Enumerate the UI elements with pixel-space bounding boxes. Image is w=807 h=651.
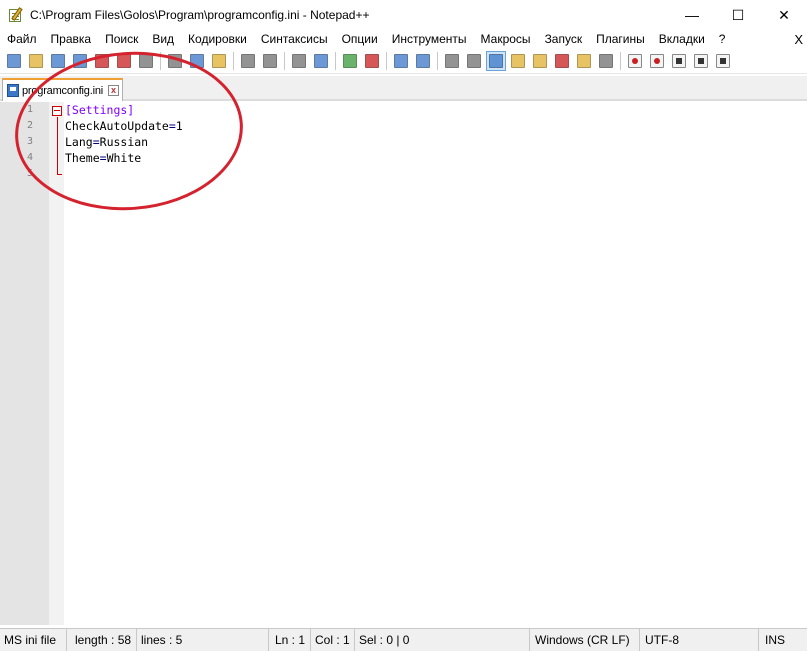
folder-workspace-button[interactable]: [575, 52, 593, 70]
menu-window[interactable]: Вкладки: [652, 30, 712, 49]
menu-plugins[interactable]: Плагины: [589, 30, 652, 49]
status-length: length : 58: [71, 629, 137, 651]
menu-bar: Файл Правка Поиск Вид Кодировки Синтакси…: [0, 30, 807, 49]
status-lines: lines : 5: [137, 629, 269, 651]
record-macro-button[interactable]: [626, 52, 644, 70]
sync-vertical-button[interactable]: [392, 52, 410, 70]
redo-button[interactable]: [261, 52, 279, 70]
toolbar-separator: [437, 52, 438, 70]
function-list-button[interactable]: [553, 52, 571, 70]
status-col: Col : 1: [311, 629, 355, 651]
save-macro-button[interactable]: [714, 52, 732, 70]
monitoring-icon: [599, 54, 613, 68]
toolbar-separator: [233, 52, 234, 70]
undo-button[interactable]: [239, 52, 257, 70]
function-list-icon: [555, 54, 569, 68]
word-wrap-icon: [445, 54, 459, 68]
open-file-button[interactable]: [27, 52, 45, 70]
status-encoding: UTF-8: [641, 629, 759, 651]
new-file-icon: [7, 54, 21, 68]
indent-guide-icon: [489, 54, 503, 68]
play-macro-icon: [672, 54, 686, 68]
paste-icon: [212, 54, 226, 68]
saved-file-icon: [7, 84, 19, 97]
stop-record-button[interactable]: [648, 52, 666, 70]
status-bar: MS ini file length : 58 lines : 5 Ln : 1…: [0, 628, 807, 651]
status-language: MS ini file: [0, 629, 67, 651]
menu-encoding[interactable]: Кодировки: [181, 30, 254, 49]
close-document-button[interactable]: X: [794, 30, 803, 49]
menu-search[interactable]: Поиск: [98, 30, 145, 49]
zoom-in-button[interactable]: [341, 52, 359, 70]
sync-vertical-icon: [394, 54, 408, 68]
menu-run[interactable]: Запуск: [538, 30, 590, 49]
menu-edit[interactable]: Правка: [44, 30, 99, 49]
user-lang-button[interactable]: [509, 52, 527, 70]
window-title: C:\Program Files\Golos\Program\programco…: [30, 8, 370, 22]
zoom-out-button[interactable]: [363, 52, 381, 70]
run-macro-multiple-button[interactable]: [692, 52, 710, 70]
save-icon: [51, 54, 65, 68]
title-bar: C:\Program Files\Golos\Program\programco…: [0, 0, 807, 30]
show-all-chars-button[interactable]: [465, 52, 483, 70]
run-macro-multiple-icon: [694, 54, 708, 68]
toolbar-separator: [284, 52, 285, 70]
menu-language[interactable]: Синтаксисы: [254, 30, 335, 49]
menu-help[interactable]: ?: [712, 30, 733, 49]
folder-workspace-icon: [577, 54, 591, 68]
indent-guide-button[interactable]: [486, 51, 506, 71]
find-icon: [292, 54, 306, 68]
zoom-out-icon: [365, 54, 379, 68]
menu-settings[interactable]: Опции: [335, 30, 385, 49]
doc-map-button[interactable]: [531, 52, 549, 70]
toolbar-separator: [335, 52, 336, 70]
close-window-button[interactable]: ✕: [761, 0, 807, 30]
status-mode: INS: [765, 633, 786, 647]
toolbar-separator: [620, 52, 621, 70]
toolbar-separator: [386, 52, 387, 70]
open-file-icon: [29, 54, 43, 68]
notepad-plus-plus-icon: [8, 7, 24, 23]
menu-file[interactable]: Файл: [0, 30, 44, 49]
status-ln: Ln : 1: [271, 629, 311, 651]
new-file-button[interactable]: [5, 52, 23, 70]
paste-button[interactable]: [210, 52, 228, 70]
show-all-chars-icon: [467, 54, 481, 68]
menu-view[interactable]: Вид: [145, 30, 181, 49]
sync-horizontal-button[interactable]: [414, 52, 432, 70]
minimize-button[interactable]: —: [669, 0, 715, 30]
replace-icon: [314, 54, 328, 68]
save-macro-icon: [716, 54, 730, 68]
status-sel: Sel : 0 | 0: [355, 629, 530, 651]
replace-button[interactable]: [312, 52, 330, 70]
monitoring-button[interactable]: [597, 52, 615, 70]
user-lang-icon: [511, 54, 525, 68]
record-macro-icon: [628, 54, 642, 68]
play-macro-button[interactable]: [670, 52, 688, 70]
maximize-button[interactable]: ☐: [715, 0, 761, 30]
stop-record-icon: [650, 54, 664, 68]
redo-icon: [263, 54, 277, 68]
find-button[interactable]: [290, 52, 308, 70]
undo-icon: [241, 54, 255, 68]
sync-horizontal-icon: [416, 54, 430, 68]
word-wrap-button[interactable]: [443, 52, 461, 70]
zoom-in-icon: [343, 54, 357, 68]
status-eol: Windows (CR LF): [531, 629, 640, 651]
menu-macro[interactable]: Макросы: [474, 30, 538, 49]
doc-map-icon: [533, 54, 547, 68]
menu-tools[interactable]: Инструменты: [385, 30, 474, 49]
